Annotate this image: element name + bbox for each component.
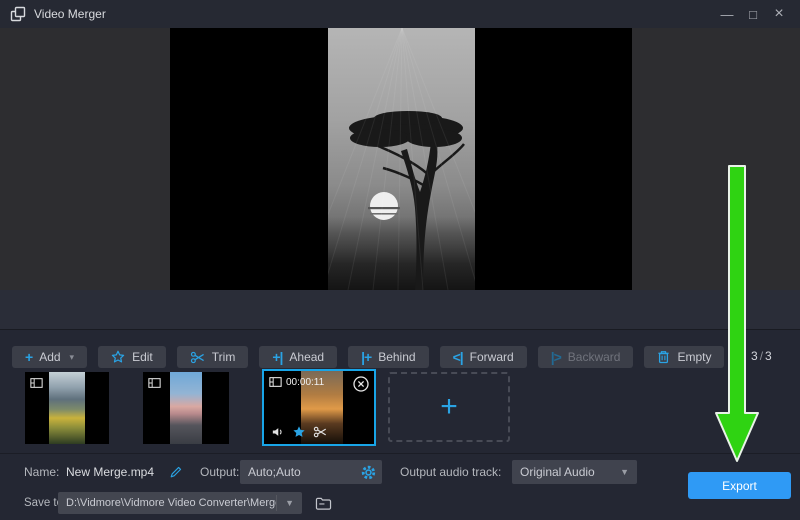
trim-button[interactable]: Trim xyxy=(177,346,249,368)
export-button[interactable]: Export xyxy=(688,472,791,499)
insert-ahead-icon: +| xyxy=(272,350,282,364)
add-clip-plus-icon: + xyxy=(440,392,458,422)
insert-behind-icon: |+ xyxy=(361,350,371,364)
edit-button[interactable]: Edit xyxy=(98,346,166,368)
plus-icon: + xyxy=(25,350,32,364)
maximize-button[interactable]: □ xyxy=(740,0,766,28)
empty-button[interactable]: Empty xyxy=(644,346,724,368)
clip-duration: 00:00:11 xyxy=(286,377,324,388)
clip-effect-star-icon[interactable] xyxy=(292,425,306,439)
playback-bar: 00:00:24.15/00:00:40.08 xyxy=(0,290,800,330)
audio-track-dropdown[interactable]: Original Audio ▼ xyxy=(512,460,637,484)
film-icon xyxy=(148,377,161,389)
chevron-down-icon: ▾ xyxy=(70,352,75,363)
add-clip-dropzone[interactable]: + xyxy=(388,372,510,442)
gear-icon[interactable] xyxy=(360,464,382,481)
output-format-value: Auto;Auto xyxy=(240,465,360,479)
film-icon xyxy=(30,377,43,389)
move-backward-icon: |> xyxy=(551,350,561,364)
rename-pencil-icon[interactable] xyxy=(168,464,184,480)
ahead-button[interactable]: +| Ahead xyxy=(259,346,337,368)
clip-trim-scissors-icon[interactable] xyxy=(313,425,327,439)
save-to-path: D:\Vidmore\Vidmore Video Converter\Merge… xyxy=(58,497,276,509)
video-viewport[interactable] xyxy=(170,28,632,290)
trash-icon xyxy=(657,350,670,364)
scissors-icon xyxy=(190,350,205,365)
chevron-down-icon: ▼ xyxy=(277,498,302,508)
divider xyxy=(0,453,800,454)
clip-2-sky-road[interactable] xyxy=(143,372,229,444)
audio-track-label: Output audio track: xyxy=(400,460,501,484)
film-icon xyxy=(269,376,282,388)
audio-track-value: Original Audio xyxy=(512,465,612,479)
close-button[interactable]: × xyxy=(766,0,792,28)
browse-folder-icon[interactable] xyxy=(311,493,335,513)
clip-3-sunset-tree-selected[interactable]: 00:00:11 xyxy=(262,369,376,446)
merge-windows-icon xyxy=(10,6,26,22)
title-bar: Video Merger — □ × xyxy=(0,0,800,28)
chevron-down-icon: ▼ xyxy=(612,467,637,477)
magic-star-icon xyxy=(111,350,125,364)
lower-panel: + Add ▾ Edit Trim +| Ahead |+ Behind <| xyxy=(0,331,800,520)
backward-button[interactable]: |> Backward xyxy=(538,346,634,368)
window-controls: — □ × xyxy=(714,0,792,28)
preview-panel xyxy=(0,28,800,290)
behind-button[interactable]: |+ Behind xyxy=(348,346,428,368)
output-format-field[interactable]: Auto;Auto xyxy=(240,460,382,484)
clip-counter: 3/3 xyxy=(751,349,772,363)
remove-clip-icon[interactable] xyxy=(353,376,369,392)
clip-audio-icon[interactable] xyxy=(270,425,285,439)
window-title: Video Merger xyxy=(34,7,106,21)
output-label: Output: xyxy=(200,460,239,484)
clip-1-mountain[interactable] xyxy=(25,372,109,444)
forward-button[interactable]: <| Forward xyxy=(440,346,527,368)
merge-name-value: New Merge.mp4 xyxy=(66,460,154,484)
video-merger-window: Video Merger — □ × xyxy=(0,0,800,520)
name-label: Name: xyxy=(24,460,59,484)
add-button[interactable]: + Add ▾ xyxy=(12,346,87,368)
save-to-dropdown[interactable]: D:\Vidmore\Vidmore Video Converter\Merge… xyxy=(58,492,302,514)
clip-toolbar: + Add ▾ Edit Trim +| Ahead |+ Behind <| xyxy=(12,346,724,368)
minimize-button[interactable]: — xyxy=(714,0,740,28)
video-frame-tree-scene xyxy=(328,28,475,290)
move-forward-icon: <| xyxy=(453,350,463,364)
